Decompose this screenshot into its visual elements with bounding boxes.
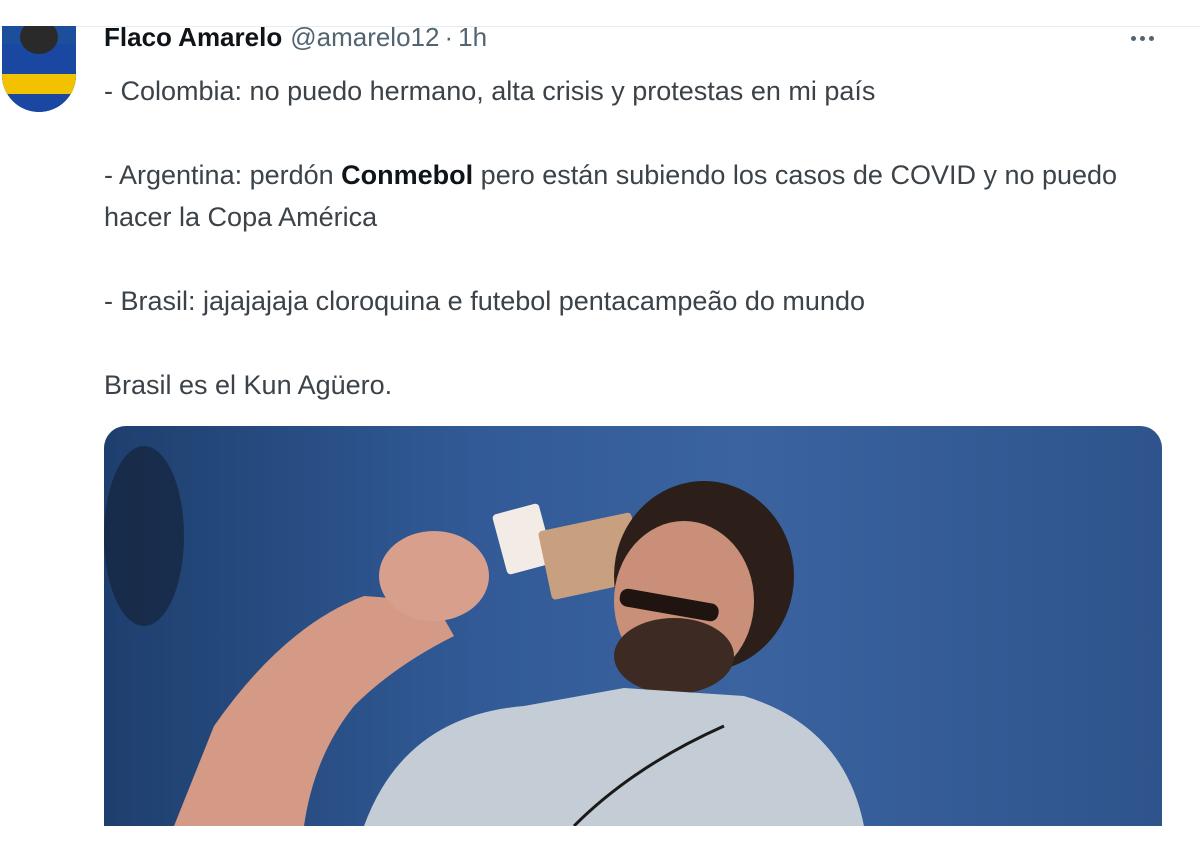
tweet[interactable]: Flaco Amarelo @amarelo12 · 1h - Colombia…: [0, 0, 1200, 852]
tweet-header: Flaco Amarelo @amarelo12 · 1h: [104, 22, 487, 62]
tweet-paragraph: - Argentina: perdón Conmebol pero están …: [104, 154, 1164, 238]
tweet-text-bold: Conmebol: [341, 160, 474, 190]
display-name[interactable]: Flaco Amarelo: [104, 22, 282, 53]
tweet-text-segment: - Colombia: no puedo hermano, alta crisi…: [104, 76, 876, 106]
timestamp[interactable]: 1h: [458, 22, 487, 53]
user-handle[interactable]: @amarelo12: [290, 22, 439, 53]
tweet-text-segment: Brasil es el Kun Agüero.: [104, 370, 393, 400]
tweet-paragraph: - Brasil: jajajajaja cloroquina e futebo…: [104, 280, 1164, 322]
tweet-text: - Colombia: no puedo hermano, alta crisi…: [104, 70, 1164, 406]
tweet-media-image[interactable]: [104, 426, 1162, 826]
tweet-text-segment: - Argentina: perdón: [104, 160, 342, 190]
tweet-text-segment: - Brasil: jajajajaja cloroquina e futebo…: [104, 286, 865, 316]
more-horizontal-icon[interactable]: [1124, 26, 1160, 50]
tweet-paragraph: - Colombia: no puedo hermano, alta crisi…: [104, 70, 1164, 112]
avatar[interactable]: [2, 26, 76, 112]
tweet-paragraph: Brasil es el Kun Agüero.: [104, 364, 1164, 406]
separator: ·: [444, 22, 454, 52]
